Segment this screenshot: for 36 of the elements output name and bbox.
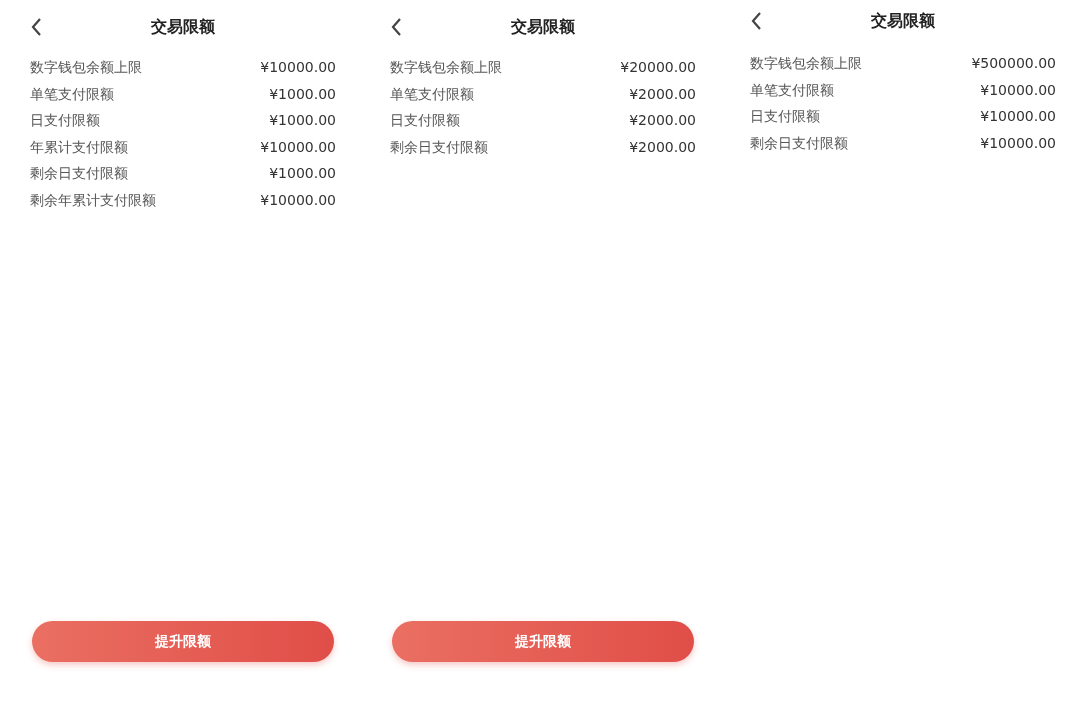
limit-label: 剩余日支付限额 [390, 137, 488, 156]
limit-label: 日支付限额 [750, 107, 820, 126]
back-icon[interactable] [30, 17, 42, 37]
limit-value: ¥1000.00 [269, 164, 336, 183]
limit-label: 剩余年累计支付限额 [30, 190, 156, 209]
limit-label: 单笔支付限额 [390, 84, 474, 103]
limit-value: ¥10000.00 [260, 58, 336, 77]
limit-label: 剩余日支付限额 [30, 164, 128, 183]
back-icon[interactable] [390, 17, 402, 37]
back-icon[interactable] [750, 11, 762, 31]
limit-label: 数字钱包余额上限 [390, 58, 502, 77]
limit-value: ¥1000.00 [269, 84, 336, 103]
page-title: 交易限额 [511, 16, 575, 38]
limit-label: 剩余日支付限额 [750, 133, 848, 152]
limit-value: ¥2000.00 [629, 137, 696, 156]
raise-limit-button[interactable]: 提升限额 [392, 621, 694, 662]
limit-value: ¥2000.00 [629, 111, 696, 130]
limit-label: 日支付限额 [30, 111, 100, 130]
limit-value: ¥10000.00 [980, 107, 1056, 126]
page-title: 交易限额 [151, 16, 215, 38]
limit-value: ¥20000.00 [620, 58, 696, 77]
raise-limit-button[interactable]: 提升限额 [32, 621, 334, 662]
limit-value: ¥2000.00 [629, 84, 696, 103]
limit-label: 数字钱包余额上限 [750, 54, 862, 73]
limit-label: 单笔支付限额 [750, 80, 834, 99]
limit-label: 年累计支付限额 [30, 137, 128, 156]
limit-value: ¥500000.00 [971, 54, 1056, 73]
limit-label: 单笔支付限额 [30, 84, 114, 103]
limit-value: ¥1000.00 [269, 111, 336, 130]
page-title: 交易限额 [871, 10, 935, 32]
limit-label: 数字钱包余额上限 [30, 58, 142, 77]
limit-value: ¥10000.00 [980, 133, 1056, 152]
limit-label: 日支付限额 [390, 111, 460, 130]
limit-value: ¥10000.00 [260, 137, 336, 156]
limit-value: ¥10000.00 [980, 80, 1056, 99]
limit-value: ¥10000.00 [260, 190, 336, 209]
